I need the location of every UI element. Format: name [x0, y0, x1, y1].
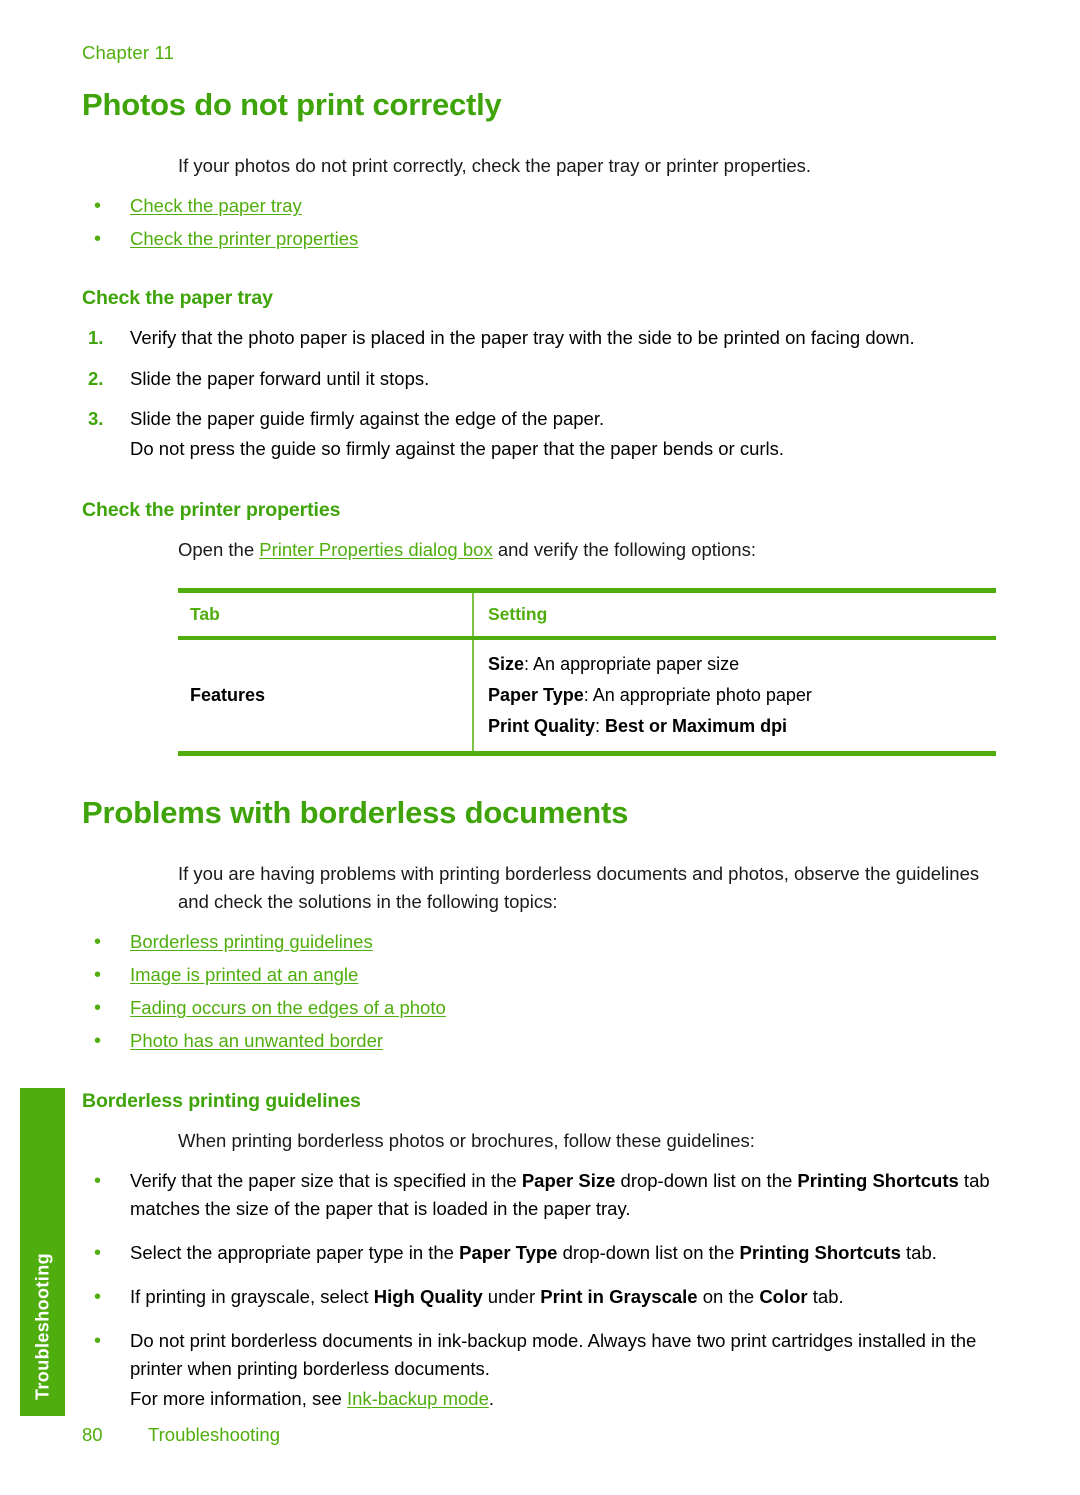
photos-topic-links: Check the paper tray Check the printer p…	[82, 191, 997, 254]
borderless-intro-block: If you are having problems with printing…	[178, 860, 997, 916]
guidelines-bullets: Verify that the paper size that is speci…	[82, 1166, 997, 1414]
setting-label: Paper Type	[488, 684, 584, 705]
link-check-paper-tray[interactable]: Check the paper tray	[130, 195, 302, 216]
list-item[interactable]: Check the paper tray	[82, 191, 997, 221]
link-photo-unwanted-border[interactable]: Photo has an unwanted border	[130, 1030, 383, 1051]
step-item-1: Verify that the photo paper is placed in…	[82, 324, 997, 352]
footer-page-number: 80	[82, 1424, 103, 1445]
setting-label: Print Quality	[488, 715, 596, 736]
subsection-title-guidelines: Borderless printing guidelines	[82, 1089, 361, 1112]
table-row: Features Size: An appropriate paper size…	[178, 637, 996, 754]
list-item[interactable]: Borderless printing guidelines	[82, 927, 997, 957]
table-body: Features Size: An appropriate paper size…	[178, 637, 996, 754]
guideline-text-grayscale: If printing in grayscale, select High Qu…	[130, 1286, 844, 1308]
guidelines-intro-block: When printing borderless photos or broch…	[178, 1127, 997, 1155]
subsection-title-paper-tray: Check the paper tray	[82, 287, 273, 310]
section-title-photos: Photos do not print correctly	[82, 87, 502, 122]
side-tab-troubleshooting: Troubleshooting	[20, 1088, 65, 1416]
step-item-2: Slide the paper forward until it stops.	[82, 365, 997, 393]
page-footer: 80 Troubleshooting	[82, 1424, 280, 1446]
printer-properties-intro-block: Open the Printer Properties dialog box a…	[178, 536, 997, 564]
step-subtext: Do not press the guide so firmly against…	[130, 437, 785, 459]
chapter-label: Chapter 11	[82, 42, 175, 63]
setting-separator: :	[595, 715, 606, 736]
document-page: Chapter 11 Photos do not print correctly…	[0, 0, 1080, 1495]
cell-tab-features: Features	[178, 637, 474, 754]
step-text: Slide the paper guide firmly against the…	[130, 407, 605, 429]
borderless-topic-links: Borderless printing guidelines Image is …	[82, 927, 997, 1056]
link-fading-on-edges[interactable]: Fading occurs on the edges of a photo	[130, 997, 446, 1018]
table-header-row: Tab Setting	[178, 590, 996, 638]
footer-section-name: Troubleshooting	[148, 1424, 280, 1445]
table-head: Tab Setting	[178, 590, 996, 638]
setting-line-print-quality: Print Quality: Best or Maximum dpi	[488, 711, 996, 742]
list-item[interactable]: Image is printed at an angle	[82, 960, 997, 990]
printer-properties-table: Tab Setting Features Size: An appropriat…	[178, 588, 996, 756]
step-text: Verify that the photo paper is placed in…	[130, 327, 915, 349]
guideline-text-paper-size: Verify that the paper size that is speci…	[130, 1169, 990, 1219]
setting-separator: :	[583, 684, 593, 705]
intro-after-text: and verify the following options:	[492, 538, 756, 560]
setting-value-bold: Best or Maximum dpi	[605, 715, 788, 736]
step-item-3: Slide the paper guide firmly against the…	[82, 405, 997, 463]
borderless-intro-text: If you are having problems with printing…	[178, 862, 980, 913]
intro-before-text: Open the	[178, 538, 260, 560]
link-printer-properties-dialog[interactable]: Printer Properties dialog box	[259, 539, 492, 560]
column-header-setting: Setting	[488, 603, 548, 624]
photos-intro-block: If your photos do not print correctly, c…	[178, 152, 997, 180]
subsection-title-printer-properties: Check the printer properties	[82, 498, 341, 521]
paper-tray-steps: Verify that the photo paper is placed in…	[82, 324, 997, 462]
setting-line-size: Size: An appropriate paper size	[488, 649, 996, 680]
section-title-borderless: Problems with borderless documents	[82, 794, 629, 830]
list-item[interactable]: Fading occurs on the edges of a photo	[82, 993, 997, 1023]
column-header-tab: Tab	[178, 590, 474, 638]
step-text: Slide the paper forward until it stops.	[130, 367, 430, 389]
link-check-printer-properties[interactable]: Check the printer properties	[130, 228, 358, 249]
setting-separator: :	[524, 653, 534, 674]
setting-line-paper-type: Paper Type: An appropriate photo paper	[488, 680, 996, 711]
side-tab-label: Troubleshooting	[32, 1253, 52, 1400]
link-image-printed-at-angle[interactable]: Image is printed at an angle	[130, 964, 358, 985]
list-item: Verify that the paper size that is speci…	[82, 1166, 997, 1223]
guideline-text-paper-type: Select the appropriate paper type in the…	[130, 1241, 937, 1263]
page-content: Photos do not print correctly If your ph…	[82, 87, 997, 1429]
list-item: Select the appropriate paper type in the…	[82, 1238, 997, 1268]
guideline-text-ink-backup: Do not print borderless documents in ink…	[130, 1330, 977, 1410]
setting-label: Size	[488, 653, 525, 674]
printer-properties-intro: Open the Printer Properties dialog box a…	[178, 536, 997, 564]
cell-settings-list: Size: An appropriate paper size Paper Ty…	[473, 638, 996, 753]
setting-value: An appropriate paper size	[533, 653, 740, 674]
setting-value: An appropriate photo paper	[592, 684, 812, 705]
list-item: If printing in grayscale, select High Qu…	[82, 1282, 997, 1312]
guidelines-intro-text: When printing borderless photos or broch…	[178, 1129, 755, 1151]
list-item[interactable]: Check the printer properties	[82, 224, 997, 254]
link-borderless-printing-guidelines[interactable]: Borderless printing guidelines	[130, 931, 373, 952]
photos-intro-text: If your photos do not print correctly, c…	[178, 155, 812, 177]
list-item: Do not print borderless documents in ink…	[82, 1326, 997, 1413]
list-item[interactable]: Photo has an unwanted border	[82, 1026, 997, 1056]
